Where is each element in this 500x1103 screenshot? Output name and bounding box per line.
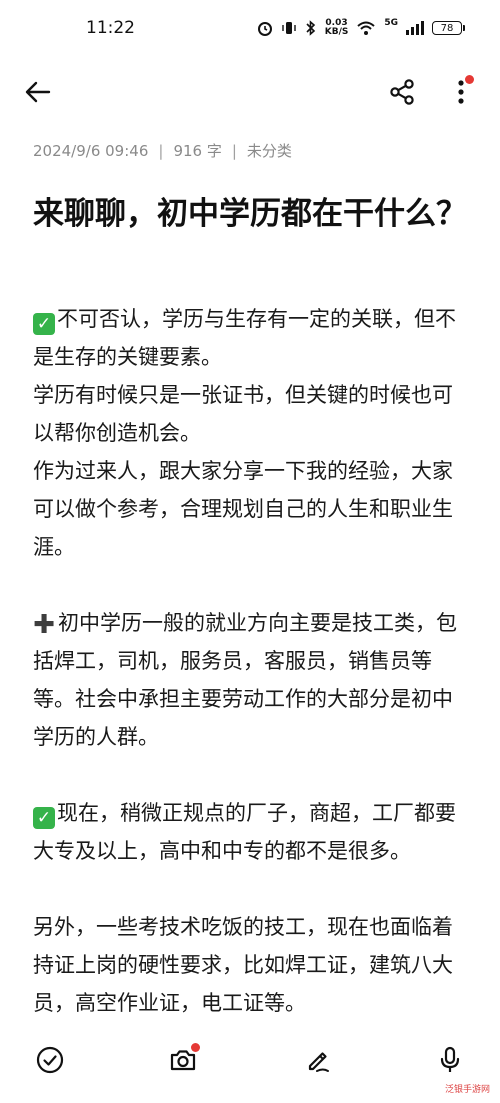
note-category[interactable]: 未分类	[247, 140, 292, 161]
note-date: 2024/9/6 09:46	[33, 141, 149, 160]
share-button[interactable]	[384, 74, 420, 110]
share-icon	[390, 79, 414, 105]
arrow-left-icon	[25, 81, 51, 103]
status-time: 11:22	[86, 18, 135, 38]
status-bar: 11:22 0.03 KB/S 5G 78	[0, 0, 500, 56]
alarm-icon	[257, 22, 272, 36]
word-count: 916 字	[173, 142, 222, 160]
note-title[interactable]: 来聊聊，初中学历都在干什么？	[33, 190, 473, 238]
voice-input-button[interactable]	[432, 1042, 468, 1078]
paragraph: 作为过来人，跟大家分享一下我的经验，大家可以做个参考，合理规划自己的人生和职业生…	[33, 459, 453, 559]
more-options-button[interactable]	[446, 74, 476, 110]
note-body[interactable]: ✓ 不可否认，学历与生存有一定的关联，但不是生存的关键要素。 学历有时候只是一张证…	[33, 300, 473, 1022]
paragraph: ✓ 现在，稍微正规点的厂子，商超，工厂都要大专及以上，高中和中专的都不是很多。	[33, 801, 456, 863]
microphone-icon	[440, 1046, 460, 1072]
wifi-icon	[357, 21, 376, 35]
paragraph: ✚ 初中学历一般的就业方向主要是技工类，包括焊工，司机，服务员，客服员，销售员等等…	[33, 610, 457, 749]
camera-button[interactable]	[165, 1042, 201, 1078]
check-mark-icon: ✓	[33, 313, 55, 335]
checkmark-circle-icon	[36, 1046, 64, 1074]
battery-indicator: 78	[432, 21, 465, 35]
net-speed: 0.03 KB/S	[324, 18, 349, 37]
more-vertical-icon	[458, 80, 464, 104]
check-mark-icon: ✓	[33, 807, 55, 829]
site-watermark: 泛银手游网	[440, 1080, 494, 1097]
signal-icon	[406, 21, 424, 35]
meta-separator: |	[231, 141, 237, 160]
note-meta: 2024/9/6 09:46 | 916 字 | 未分类	[33, 140, 292, 161]
vibrate-icon	[282, 22, 296, 34]
bottom-toolbar	[0, 1030, 500, 1092]
paragraph: 另外，一些考技术吃饭的技工，现在也面临着持证上岗的硬性要求，比如焊工证，建筑八大…	[33, 915, 453, 1015]
meta-separator: |	[158, 141, 164, 160]
plus-icon: ✚	[33, 610, 55, 640]
top-toolbar	[0, 62, 500, 122]
checklist-button[interactable]	[32, 1042, 68, 1078]
notification-dot	[465, 75, 474, 84]
notification-dot	[191, 1043, 200, 1052]
pen-icon	[308, 1052, 329, 1072]
paragraph: 学历有时候只是一张证书，但关键的时候也可以帮你创造机会。	[33, 383, 453, 445]
bluetooth-icon	[306, 20, 315, 36]
status-icons: 0.03 KB/S 5G 78	[257, 18, 465, 37]
paragraph: ✓ 不可否认，学历与生存有一定的关联，但不是生存的关键要素。	[33, 307, 456, 369]
handwriting-button[interactable]	[300, 1042, 336, 1078]
network-type: 5G	[384, 18, 398, 28]
back-button[interactable]	[20, 74, 56, 110]
